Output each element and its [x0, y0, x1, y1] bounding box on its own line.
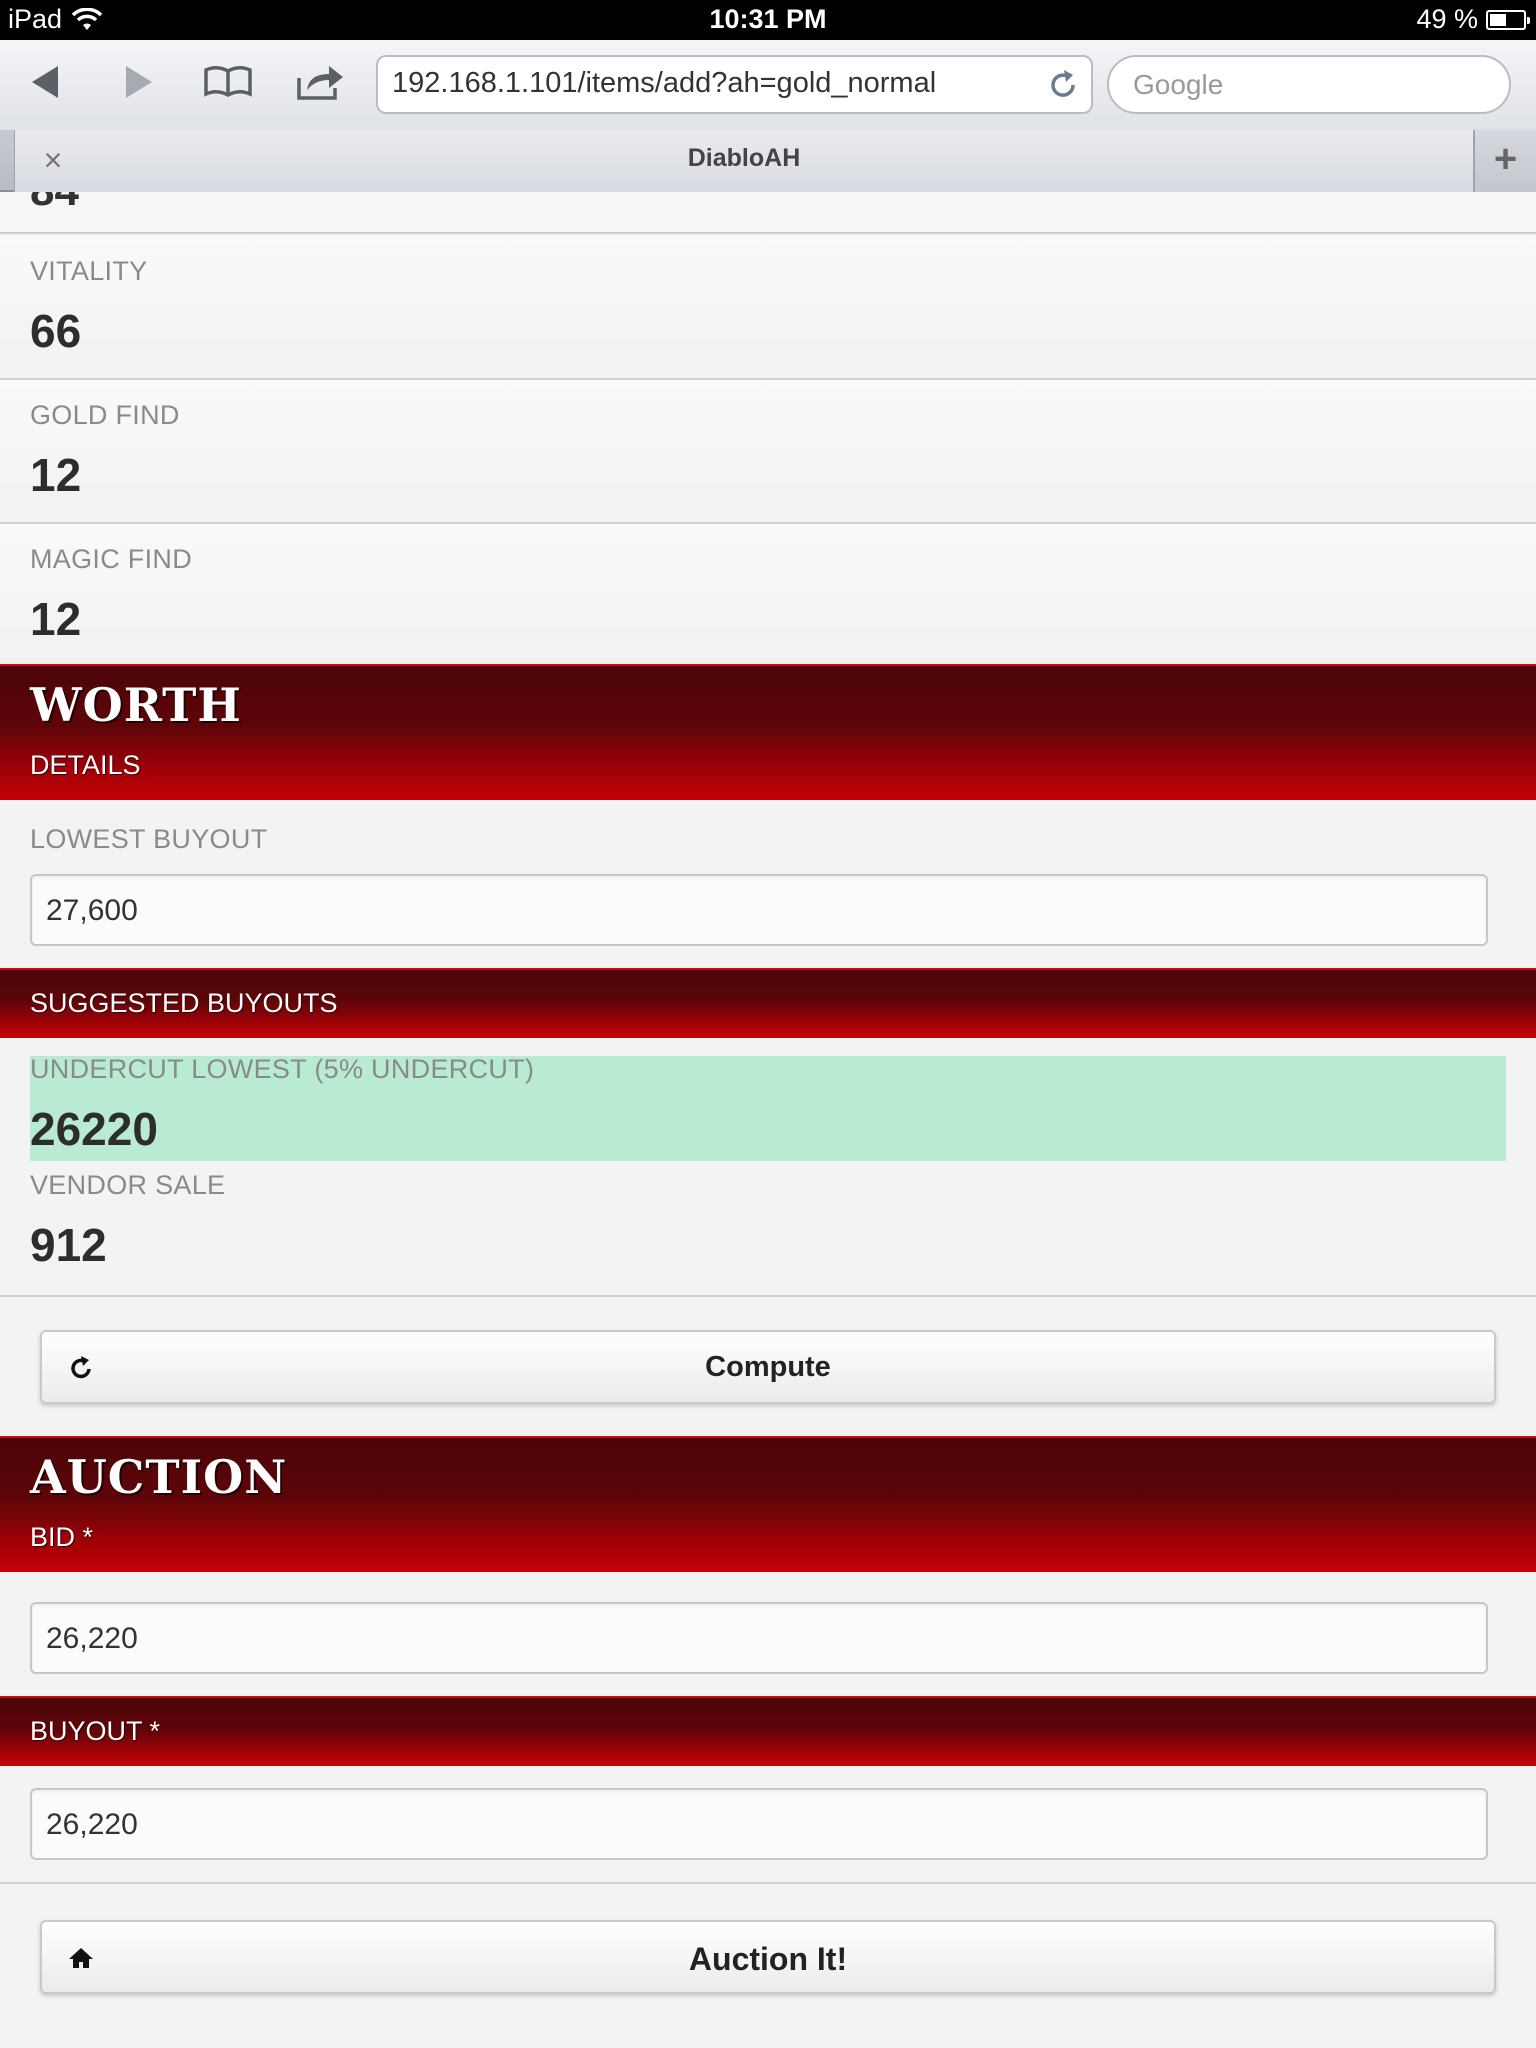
battery-fill: [1490, 13, 1506, 26]
bid-input[interactable]: 26,220: [30, 1602, 1488, 1674]
tab-title: DiabloAH: [687, 144, 801, 172]
stat-row-cutoff: 84: [0, 192, 1536, 234]
search-field[interactable]: Google: [1107, 55, 1511, 114]
buyout-value: 26,220: [46, 1808, 138, 1841]
address-bar[interactable]: 192.168.1.101/items/add?ah=gold_normal: [376, 55, 1093, 114]
status-right: 49 %: [1416, 4, 1530, 35]
back-icon[interactable]: [18, 58, 74, 106]
stat-value: 66: [30, 305, 82, 357]
tab-bar: × DiabloAH +: [0, 130, 1536, 192]
stat-value: 12: [30, 593, 82, 645]
stat-row-vitality: VITALITY 66: [0, 236, 1536, 380]
share-icon[interactable]: [292, 58, 348, 106]
battery-percent: 49 %: [1416, 4, 1478, 34]
vendor-sale-value: 912: [30, 1219, 107, 1271]
search-placeholder: Google: [1133, 69, 1224, 100]
divider: [0, 1882, 1536, 1884]
buyout-input[interactable]: 26,220: [30, 1788, 1488, 1860]
divider: [0, 1295, 1536, 1297]
new-tab-icon[interactable]: +: [1474, 130, 1536, 192]
status-time: 10:31 PM: [709, 4, 827, 34]
stat-row-magic-find: MAGIC FIND 12: [0, 524, 1536, 668]
compute-label: Compute: [705, 1351, 831, 1383]
stat-value: 84: [30, 192, 79, 216]
auction-it-label: Auction It!: [688, 1941, 848, 1977]
tab-diabloah[interactable]: × DiabloAH: [14, 130, 1474, 192]
stat-label: VITALITY: [30, 256, 148, 286]
auction-section-header: AUCTION BID *: [0, 1436, 1536, 1572]
stat-label: GOLD FIND: [30, 400, 180, 430]
bid-value: 26,220: [46, 1622, 138, 1655]
suggested-buyouts-label: SUGGESTED BUYOUTS: [30, 988, 338, 1018]
url-text: 192.168.1.101/items/add?ah=gold_normal: [392, 67, 937, 99]
lowest-buyout-label: LOWEST BUYOUT: [30, 824, 268, 854]
status-bar: iPad 10:31 PM 49 %: [0, 0, 1536, 40]
buyout-label: BUYOUT *: [30, 1716, 161, 1746]
details-label: DETAILS: [30, 750, 141, 780]
stat-label: MAGIC FIND: [30, 544, 192, 574]
page-content: 84 VITALITY 66 GOLD FIND 12 MAGIC FIND 1…: [0, 192, 1536, 2048]
compute-button[interactable]: Compute: [40, 1330, 1496, 1404]
suggested-buyouts-header: SUGGESTED BUYOUTS: [0, 968, 1536, 1038]
browser-toolbar: 192.168.1.101/items/add?ah=gold_normal G…: [0, 40, 1536, 130]
vendor-sale-label: VENDOR SALE: [30, 1170, 226, 1200]
worth-section-header: WORTH DETAILS: [0, 664, 1536, 800]
forward-icon[interactable]: [110, 58, 166, 106]
stat-value: 12: [30, 449, 82, 501]
undercut-value: 26220: [30, 1103, 158, 1155]
lowest-buyout-value: 27,600: [46, 894, 138, 927]
worth-heading: WORTH: [30, 678, 242, 732]
bid-label: BID *: [30, 1522, 94, 1552]
auction-heading: AUCTION: [30, 1450, 288, 1504]
battery-icon: [1486, 9, 1530, 30]
buyout-header: BUYOUT *: [0, 1696, 1536, 1766]
reload-icon[interactable]: [1045, 67, 1081, 103]
lowest-buyout-input[interactable]: 27,600: [30, 874, 1488, 946]
auction-it-button[interactable]: Auction It!: [40, 1920, 1496, 1994]
bookmarks-icon[interactable]: [200, 58, 256, 106]
undercut-label: UNDERCUT LOWEST (5% UNDERCUT): [30, 1054, 535, 1084]
stat-row-gold-find: GOLD FIND 12: [0, 380, 1536, 524]
